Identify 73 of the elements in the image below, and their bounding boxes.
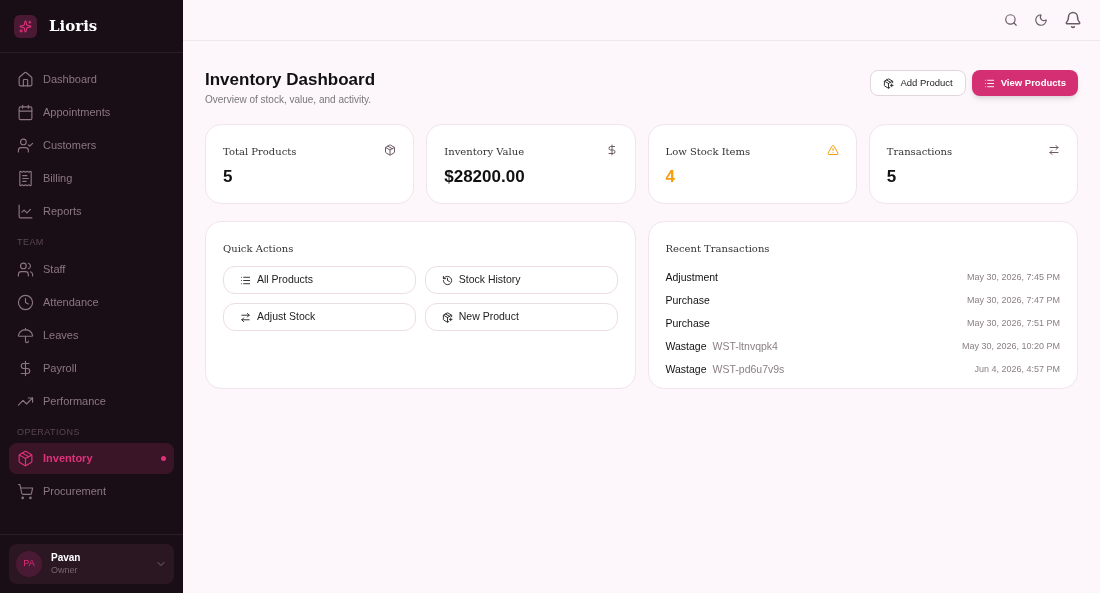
transfer-icon	[1048, 144, 1060, 157]
list-icon	[983, 77, 995, 89]
view-products-button[interactable]: View Products	[971, 70, 1078, 96]
nav-item[interactable]: Dashboard	[9, 64, 174, 95]
nav-item[interactable]: Billing	[9, 163, 174, 194]
card-title: Quick Actions	[223, 242, 295, 257]
brand-name: Lioris	[49, 15, 98, 37]
transaction-time: Jun 4, 2026, 4:57 PM	[974, 363, 1060, 376]
nav-item[interactable]: Payroll	[9, 352, 174, 384]
section-heading: TEAM	[16, 236, 45, 249]
stat-value: $28200.00	[444, 166, 526, 189]
moon-icon[interactable]	[1034, 13, 1048, 27]
warning-icon	[826, 144, 839, 157]
stat-value: 5	[223, 166, 234, 189]
user-check-icon	[17, 137, 34, 154]
box-icon	[17, 450, 34, 467]
bell-icon[interactable]	[1064, 11, 1082, 29]
nav-item[interactable]: Appointments	[9, 97, 174, 128]
card-title: Recent Transactions	[665, 242, 771, 257]
user-role: Owner	[51, 564, 79, 576]
stat-value: 4	[665, 166, 676, 189]
box-icon	[384, 144, 397, 157]
avatar: PA	[16, 551, 42, 577]
transaction-type: Adjustment	[665, 269, 719, 285]
cart-icon	[17, 483, 34, 500]
nav-item[interactable]: Inventory	[9, 443, 174, 474]
transaction-time: May 30, 2026, 7:47 PM	[966, 294, 1060, 307]
transaction-time: May 30, 2026, 7:51 PM	[966, 317, 1060, 330]
nav-item[interactable]: Staff	[9, 253, 174, 285]
page-title: Inventory Dashboard	[205, 69, 376, 91]
transaction-time: May 30, 2026, 7:45 PM	[966, 271, 1060, 284]
list-icon	[240, 274, 251, 286]
nav-item[interactable]: Reports	[9, 196, 174, 227]
search-icon[interactable]	[1004, 13, 1018, 27]
quick-action-button[interactable]: New Product	[424, 303, 618, 332]
quick-action-button[interactable]: All Products	[223, 266, 416, 295]
quick-action-button[interactable]: Stock History	[424, 266, 618, 295]
section-heading: OPERATIONS	[16, 425, 81, 439]
page-subtitle: Overview of stock, value, and activity.	[205, 93, 372, 108]
nav-item[interactable]: Performance	[9, 385, 174, 417]
stat-label: Inventory Value	[444, 145, 525, 160]
user-name: Pavan	[51, 552, 82, 565]
transaction-reference: WST-ltnvqpk4	[712, 338, 778, 354]
users-icon	[17, 260, 34, 278]
box-plus-icon	[441, 311, 453, 323]
logo-icon	[14, 14, 37, 38]
stat-label: Total Products	[223, 145, 297, 160]
transaction-reference: WST-pd6u7v9s	[712, 361, 785, 377]
dollar-icon	[605, 144, 618, 157]
nav-item[interactable]: Procurement	[9, 476, 174, 507]
receipt-icon	[17, 170, 34, 187]
transaction-type: Wastage	[665, 361, 707, 377]
calendar-icon	[17, 104, 34, 121]
house-icon	[17, 71, 34, 88]
box-plus-icon	[883, 77, 895, 89]
umbrella-icon	[17, 326, 34, 344]
stat-value: 5	[886, 166, 898, 189]
transaction-type: Wastage	[665, 338, 707, 354]
transaction-type: Purchase	[665, 292, 710, 308]
stat-label: Low Stock Items	[665, 145, 751, 160]
nav-item[interactable]: Leaves	[9, 319, 174, 351]
add-product-button[interactable]: Add Product	[870, 70, 966, 96]
stat-label: Transactions	[886, 145, 953, 160]
history-icon	[441, 274, 453, 286]
nav-item[interactable]: Customers	[9, 130, 174, 161]
transaction-time: May 30, 2026, 10:20 PM	[961, 340, 1060, 353]
line-chart-icon	[17, 203, 34, 220]
clock-icon	[17, 293, 34, 311]
quick-action-button[interactable]: Adjust Stock	[223, 303, 416, 332]
user-card[interactable]: PA Pavan Owner	[9, 544, 174, 584]
transfer-icon	[240, 311, 251, 323]
transaction-type: Purchase	[665, 315, 710, 331]
nav-item[interactable]: Attendance	[9, 286, 174, 318]
